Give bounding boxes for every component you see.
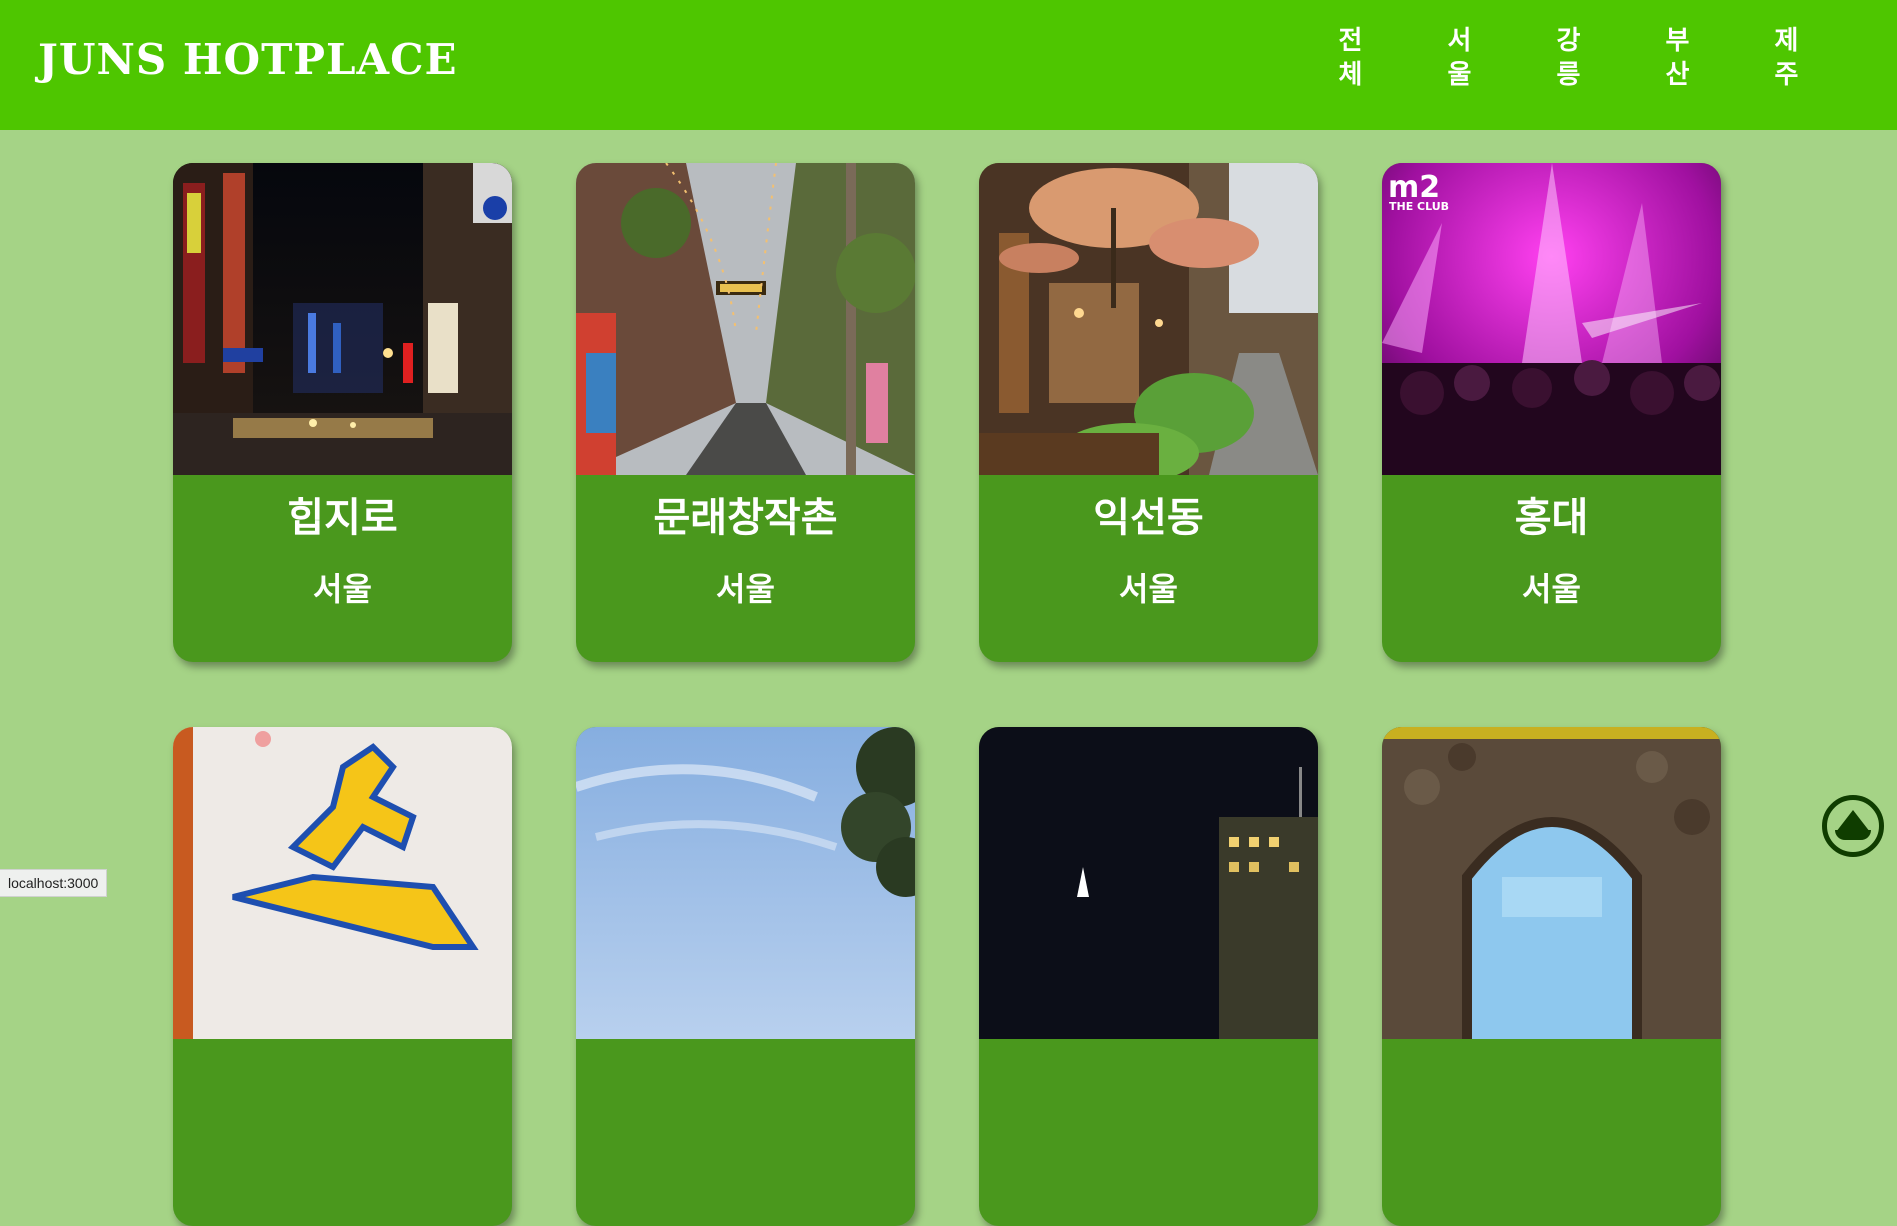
place-title: 힙지로	[287, 494, 398, 541]
nav-label-line2: 울	[1447, 60, 1472, 90]
place-title: 홍대	[1514, 494, 1589, 541]
nav-item-seoul[interactable]: 서 울	[1405, 24, 1514, 92]
place-card[interactable]: m2 THE CLUB 홍대 서울	[1382, 163, 1721, 662]
place-title: 익선동	[1093, 494, 1204, 541]
place-region: 서울	[313, 570, 372, 608]
nav-label-line1: 전	[1338, 26, 1363, 56]
nav-label-line2: 주	[1774, 60, 1799, 90]
place-region: 서울	[1522, 570, 1581, 608]
place-card[interactable]: 힙지로 서울	[173, 163, 512, 662]
browser-status-bar: localhost:3000	[0, 869, 108, 897]
nav-item-busan[interactable]: 부 산	[1623, 24, 1732, 92]
nav-label-line2: 산	[1665, 60, 1690, 90]
region-nav: 전 체 서 울 강 릉 부 산 제 주	[1296, 24, 1841, 92]
place-card[interactable]	[173, 727, 512, 1226]
site-logo[interactable]: JUNS HOTPLACE	[38, 34, 458, 86]
site-header: JUNS HOTPLACE 전 체 서 울 강 릉 부 산 제 주	[0, 0, 1897, 130]
place-card[interactable]	[979, 727, 1318, 1226]
place-photo	[979, 163, 1318, 475]
place-photo	[1382, 727, 1721, 1039]
scroll-to-top-button[interactable]	[1822, 795, 1884, 857]
place-region: 서울	[716, 570, 775, 608]
place-card[interactable]: 문래창작촌 서울	[576, 163, 915, 662]
place-region: 서울	[1119, 570, 1178, 608]
place-card[interactable]	[1382, 727, 1721, 1226]
place-card-grid: 힙지로 서울 문래창작촌 서울 익선동 서울 m2 THE CLUB 홍대 서울	[173, 163, 1721, 1226]
nav-item-all[interactable]: 전 체	[1296, 24, 1405, 92]
nav-label-line1: 강	[1556, 26, 1581, 56]
place-photo: m2 THE CLUB	[1382, 163, 1721, 475]
place-card[interactable]	[576, 727, 915, 1226]
place-photo	[979, 727, 1318, 1039]
nav-item-jeju[interactable]: 제 주	[1732, 24, 1841, 92]
place-title: 문래창작촌	[653, 494, 838, 541]
place-photo	[173, 727, 512, 1039]
place-photo	[576, 163, 915, 475]
place-photo	[173, 163, 512, 475]
place-card[interactable]: 익선동 서울	[979, 163, 1318, 662]
nav-item-gangneung[interactable]: 강 릉	[1514, 24, 1623, 92]
nav-label-line1: 부	[1665, 26, 1690, 56]
nav-label-line2: 릉	[1556, 60, 1581, 90]
nav-label-line1: 제	[1774, 26, 1799, 56]
place-photo	[576, 727, 915, 1039]
nav-label-line2: 체	[1338, 60, 1363, 90]
nav-label-line1: 서	[1447, 26, 1472, 56]
club-logo-sub: THE CLUB	[1389, 200, 1449, 213]
